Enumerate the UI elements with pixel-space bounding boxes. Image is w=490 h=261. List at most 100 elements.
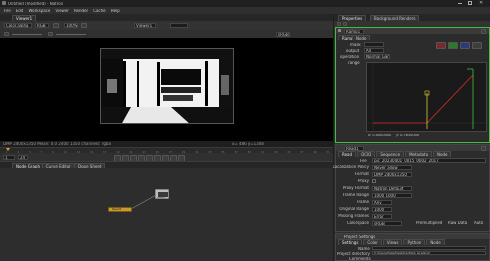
param-label: Proxy — [358, 179, 369, 183]
properties-tab-bar: Properties Background Renders — [334, 14, 490, 21]
minimize-panels-button[interactable] — [343, 22, 347, 26]
project-comments-label: Comments — [349, 257, 371, 261]
viewer-tab-bar: Viewer1 — [0, 14, 333, 21]
clear-panels-button[interactable] — [337, 22, 341, 26]
tab-ramp-node[interactable]: Node — [352, 34, 371, 40]
gamma-button[interactable] — [48, 32, 53, 36]
operation-dropdown[interactable]: Normal Gamma — [364, 54, 390, 59]
raw-data-label: Raw Data — [448, 221, 468, 225]
read-node-label: Read1 — [112, 208, 122, 212]
tab-project-views[interactable]: Views — [382, 239, 403, 245]
project-tabs: Settings Color Views Python Node — [336, 239, 489, 245]
panel-close-button[interactable] — [481, 28, 486, 34]
curve-y-readout: y: 0.7630000 — [396, 134, 420, 137]
menu-render[interactable]: Render — [74, 9, 88, 13]
blue-channel-toggle[interactable] — [460, 42, 470, 49]
param-value[interactable]: Never allow — [372, 164, 412, 170]
fit-button[interactable] — [81, 23, 87, 28]
project-name-field[interactable] — [372, 246, 486, 250]
gain-slider[interactable] — [12, 34, 42, 35]
transport-bar: 1 24 — [0, 153, 333, 162]
param-value[interactable]: 1000 1000 — [372, 192, 412, 198]
clip-button[interactable] — [53, 23, 59, 28]
param-value[interactable]: Error — [372, 213, 392, 219]
ramp-node-name[interactable]: Ramp1 — [344, 28, 364, 34]
viewer-node-label: Viewer1 — [157, 197, 166, 199]
param-value[interactable]: sRGB — [372, 220, 402, 226]
tab-project-settings[interactable]: Settings — [338, 239, 363, 245]
input-a-dropdown[interactable]: Viewer1 — [134, 23, 156, 28]
file-path-field[interactable]: pic_20230401_0015_0002_2017 — [372, 158, 486, 163]
menu-file[interactable]: File — [4, 9, 11, 13]
menu-bar: File Edit Workspace Viewer Render Cache … — [0, 7, 490, 14]
output-label: output — [346, 49, 360, 53]
zoom-dropdown[interactable]: 100% — [64, 23, 78, 28]
channel-dropdown[interactable]: RGB — [35, 23, 49, 28]
project-path-field[interactable]: C:/Users/Dale/Desktop/Rota_Grading/ — [372, 251, 486, 255]
viewer-toolbar-2: sRGB — [0, 30, 333, 38]
menu-cache[interactable]: Cache — [93, 9, 105, 13]
menu-viewer[interactable]: Viewer — [55, 9, 69, 13]
param-value[interactable]: Any — [372, 199, 392, 205]
title-bar: Untitled (modified) - Natron ✕ — [0, 0, 490, 7]
param-value[interactable]: 1000 — [372, 206, 392, 212]
colorspace-dropdown[interactable]: sRGB — [276, 31, 290, 37]
mask-field[interactable] — [364, 42, 384, 47]
fps-field[interactable]: 24 — [18, 154, 28, 160]
tab-project-color[interactable]: Color — [363, 239, 382, 245]
file-label: File — [360, 159, 367, 163]
proxy-checkbox[interactable] — [372, 179, 376, 183]
menu-help[interactable]: Help — [111, 9, 120, 13]
node-graph-canvas[interactable]: Read1 Viewer1 — [0, 168, 333, 261]
menu-workspace[interactable]: Workspace — [28, 9, 50, 13]
gamma-slider[interactable] — [56, 34, 86, 35]
param-label: Colorspace — [346, 221, 369, 225]
tab-ocio[interactable]: OCIO — [357, 151, 376, 157]
green-channel-toggle[interactable] — [448, 42, 458, 49]
close-icon[interactable]: ✕ — [479, 1, 483, 6]
gain-button[interactable] — [4, 32, 9, 36]
panel-collapse-icon[interactable] — [338, 29, 341, 32]
premultiplied-label: Premultiplied — [416, 221, 443, 225]
menu-edit[interactable]: Edit — [16, 9, 24, 13]
minimize-icon[interactable] — [458, 3, 462, 4]
tab-metadata[interactable]: Metadata — [405, 151, 433, 157]
layer-dropdown[interactable]: Color.alpha — [4, 23, 32, 28]
param-label: Original Range — [339, 207, 369, 211]
tab-read[interactable]: Read — [338, 151, 357, 157]
project-settings-panel: Project Settings Settings Color Views Py… — [335, 233, 490, 261]
curve-svg — [367, 63, 488, 133]
viewer-canvas[interactable] — [0, 38, 333, 141]
read-node[interactable]: Read1 — [108, 207, 132, 212]
tab-read-node[interactable]: Node — [433, 151, 452, 157]
input-b-dropdown[interactable] — [170, 23, 188, 28]
auto-label: Auto — [474, 221, 484, 225]
param-label: Localization Policy — [332, 165, 369, 169]
ramp-tabs: Ramp Node — [336, 34, 489, 40]
tab-sequence[interactable]: Sequence — [376, 151, 405, 157]
viewer-node[interactable]: Viewer1 — [155, 189, 169, 199]
output-dropdown[interactable]: All — [364, 48, 384, 53]
red-channel-toggle[interactable] — [436, 42, 446, 49]
read-param-rows: Localization Policy Never allow Format DMP… — [332, 164, 489, 227]
read-tabs: Read OCIO Sequence Metadata Node — [336, 151, 489, 157]
project-panel-title: Project Settings — [344, 234, 376, 239]
pixel-coords: x= 486 y=1308 — [232, 142, 264, 146]
param-value[interactable]: DMP 2400x1350 — [372, 171, 412, 177]
current-frame-field[interactable]: 1 — [3, 154, 15, 160]
mask-label: mask — [350, 43, 361, 47]
node-connections — [130, 193, 159, 210]
param-label: Proxy Format — [342, 186, 369, 190]
app-icon — [2, 1, 6, 5]
tab-project-python[interactable]: Python — [403, 239, 426, 245]
maximize-icon[interactable] — [468, 1, 472, 5]
curve-graph[interactable] — [366, 62, 488, 133]
read-panel-close-button[interactable] — [481, 145, 486, 151]
project-path-label: Project directory — [337, 252, 370, 256]
image-info: DMP 2400x1350 Mean: 0.0 2400 1350 channe… — [3, 142, 111, 146]
alpha-channel-toggle[interactable] — [472, 42, 482, 49]
window-title: Untitled (modified) - Natron — [8, 1, 64, 6]
tab-project-node[interactable]: Node — [426, 239, 445, 245]
read-node-name[interactable]: Read1 — [344, 145, 364, 151]
param-value[interactable]: Natron Default — [372, 185, 412, 191]
